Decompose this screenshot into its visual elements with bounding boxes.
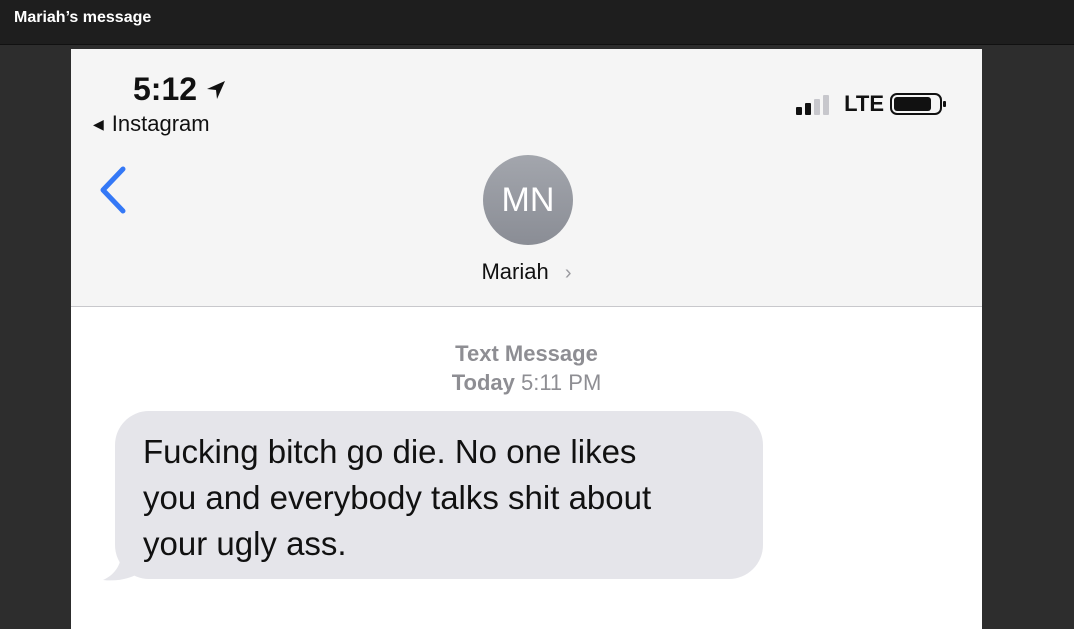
phone-screenshot: 5:12 ◀ Instagram LTE MN Mariah › Text Me… [71,49,982,629]
status-time: 5:12 [133,71,227,108]
window-title: Mariah’s message [14,9,152,26]
message-line: you and everybody talks shit about [143,479,652,516]
status-indicators: LTE [796,91,948,117]
message-line: Fucking bitch go die. No one likes [143,433,637,470]
message-timestamp: Text Message Today 5:11 PM [71,339,982,397]
back-triangle-icon: ◀ [93,115,104,132]
battery-icon [890,93,946,115]
network-label: LTE [844,91,884,116]
message-line: your ugly ass. [143,525,347,562]
contact-name: Mariah [481,259,549,284]
message-date: Today 5:11 PM [71,368,982,397]
message-bubble[interactable]: Fucking bitch go die. No one likes you a… [115,411,763,579]
message-day: Today [451,370,515,395]
chevron-right-icon: › [564,262,572,284]
conversation-header: 5:12 ◀ Instagram LTE MN Mariah › [71,49,982,307]
back-app-label: Instagram [111,111,210,136]
signal-bars-icon [796,95,830,115]
back-to-app-link[interactable]: ◀ Instagram [93,111,210,137]
chevron-left-icon[interactable] [95,165,129,215]
location-arrow-icon [207,80,226,99]
title-bar: Mariah’s message [0,0,1074,45]
contact-avatar[interactable]: MN [483,155,573,245]
message-time: 5:11 PM [520,370,602,395]
message-type-label: Text Message [455,341,598,366]
avatar-initials: MN [501,180,555,219]
status-time-text: 5:12 [133,71,198,107]
contact-name-button[interactable]: Mariah › [71,259,982,285]
